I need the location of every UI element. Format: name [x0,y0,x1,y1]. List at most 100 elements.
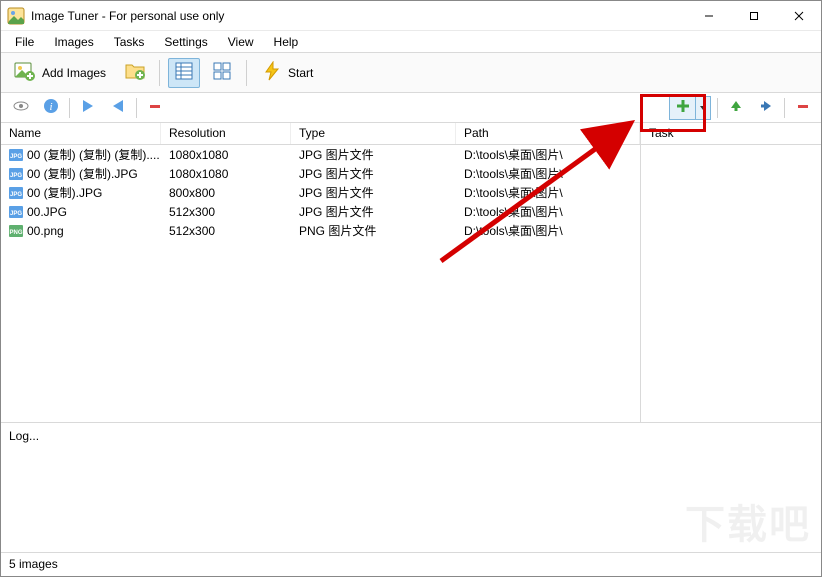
folder-add-icon [124,60,146,85]
image-list-body[interactable]: JPG00 (复制) (复制) (复制)....1080x1080JPG 图片文… [1,145,640,422]
add-images-icon [14,60,36,85]
cell-name: PNG00.png [1,224,161,238]
add-folder-button[interactable] [119,58,151,88]
cell-name: JPG00 (复制) (复制).JPG [1,165,161,182]
rotate-left-button[interactable] [76,97,100,119]
column-header-resolution[interactable]: Resolution [161,123,291,144]
menu-tasks[interactable]: Tasks [104,33,155,51]
add-task-button[interactable] [669,96,711,120]
arrow-up-icon [729,99,743,116]
view-thumbnails-button[interactable] [206,58,238,88]
table-row[interactable]: PNG00.png512x300PNG 图片文件D:\tools\桌面\图片\ [1,221,640,240]
menu-help[interactable]: Help [264,33,309,51]
menu-images[interactable]: Images [44,33,103,51]
content-area: Name Resolution Type Path JPG00 (复制) (复制… [1,123,821,422]
cell-path: D:\tools\桌面\图片\ [456,203,640,220]
menu-file[interactable]: File [5,33,44,51]
log-label: Log... [9,429,39,443]
add-task-dropdown[interactable] [696,97,710,119]
cell-path: D:\tools\桌面\图片\ [456,146,640,163]
column-header-task[interactable]: Task [641,123,821,145]
maximize-button[interactable] [731,1,776,30]
svg-text:i: i [49,101,52,113]
task-list-body[interactable] [641,145,821,422]
title-bar: Image Tuner - For personal use only [1,1,821,31]
plus-icon [676,99,690,116]
close-button[interactable] [776,1,821,30]
cell-name: JPG00.JPG [1,205,161,219]
preview-button[interactable] [9,97,33,119]
remove-image-button[interactable] [143,97,167,119]
table-row[interactable]: JPG00.JPG512x300JPG 图片文件D:\tools\桌面\图片\ [1,202,640,221]
cell-type: PNG 图片文件 [291,222,456,239]
cell-path: D:\tools\桌面\图片\ [456,165,640,182]
add-images-label: Add Images [42,66,106,80]
column-header-type[interactable]: Type [291,123,456,144]
rotate-right-button[interactable] [106,97,130,119]
log-panel: Log... [1,422,821,552]
svg-text:JPG: JPG [10,154,22,160]
minus-icon [148,99,162,116]
cell-name: JPG00 (复制).JPG [1,184,161,201]
table-row[interactable]: JPG00 (复制).JPG800x800JPG 图片文件D:\tools\桌面… [1,183,640,202]
lightning-icon [262,61,282,84]
chevron-down-icon [699,101,707,115]
app-icon [7,7,25,25]
toolbar-separator [717,98,718,118]
cell-resolution: 512x300 [161,205,291,219]
svg-text:JPG: JPG [10,192,22,198]
task-down-button[interactable] [754,97,778,119]
toolbar-separator [784,98,785,118]
eye-icon [13,98,29,117]
rotate-left-icon [80,98,96,117]
list-view-icon [174,61,194,84]
window-controls [686,1,821,30]
status-bar: 5 images [1,552,821,574]
toolbar-separator [136,98,137,118]
column-header-name[interactable]: Name [1,123,161,144]
table-row[interactable]: JPG00 (复制) (复制) (复制)....1080x1080JPG 图片文… [1,145,640,164]
cell-path: D:\tools\桌面\图片\ [456,184,640,201]
svg-text:JPG: JPG [10,173,22,179]
window-title: Image Tuner - For personal use only [31,9,224,23]
menu-view[interactable]: View [218,33,264,51]
cell-name: JPG00 (复制) (复制) (复制).... [1,146,161,163]
cell-path: D:\tools\桌面\图片\ [456,222,640,239]
view-details-button[interactable] [168,58,200,88]
toolbar-separator [69,98,70,118]
image-list-panel: Name Resolution Type Path JPG00 (复制) (复制… [1,123,641,422]
cell-resolution: 512x300 [161,224,291,238]
menu-bar: File Images Tasks Settings View Help [1,31,821,53]
status-text: 5 images [9,557,58,571]
secondary-toolbar: i [1,93,821,123]
toolbar-separator [159,60,160,86]
minimize-button[interactable] [686,1,731,30]
cell-resolution: 1080x1080 [161,148,291,162]
cell-type: JPG 图片文件 [291,203,456,220]
toolbar-separator [246,60,247,86]
cell-resolution: 800x800 [161,186,291,200]
grid-view-icon [212,61,232,84]
column-header-path[interactable]: Path [456,123,640,144]
info-icon: i [43,98,59,117]
svg-text:JPG: JPG [10,211,22,217]
cell-resolution: 1080x1080 [161,167,291,181]
column-headers: Name Resolution Type Path [1,123,640,145]
cell-type: JPG 图片文件 [291,165,456,182]
remove-task-button[interactable] [791,97,815,119]
start-button[interactable]: Start [255,58,320,88]
rotate-right-icon [110,98,126,117]
arrow-right-icon [759,99,773,116]
svg-text:PNG: PNG [9,230,22,236]
task-panel: Task [641,123,821,422]
task-up-button[interactable] [724,97,748,119]
minus-icon [796,99,810,116]
cell-type: JPG 图片文件 [291,146,456,163]
start-label: Start [288,66,313,80]
info-button[interactable]: i [39,97,63,119]
table-row[interactable]: JPG00 (复制) (复制).JPG1080x1080JPG 图片文件D:\t… [1,164,640,183]
cell-type: JPG 图片文件 [291,184,456,201]
add-images-button[interactable]: Add Images [7,58,113,88]
add-task-main[interactable] [670,97,696,119]
menu-settings[interactable]: Settings [154,33,217,51]
